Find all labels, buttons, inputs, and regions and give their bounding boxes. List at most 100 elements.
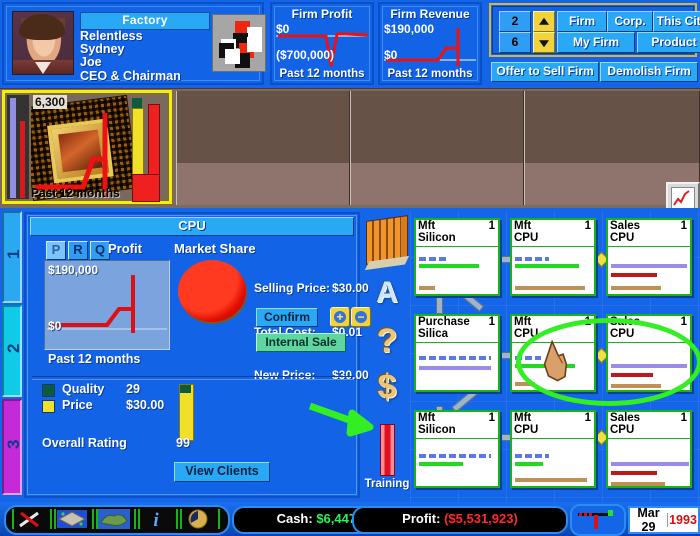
cell-count: 1 xyxy=(584,220,591,232)
prq-button-r[interactable]: R xyxy=(68,241,88,260)
cell-type: Mft xyxy=(418,220,436,232)
firm-index-value[interactable]: 2 xyxy=(499,11,531,32)
firm-identity-panel: Factory Relentless Sydney Joe CEO & Chai… xyxy=(2,2,266,85)
cell-product: CPU xyxy=(610,328,635,340)
firm-details: Relentless Sydney Joe CEO & Chairman xyxy=(80,29,181,83)
product-tile-footer: Past 12 months xyxy=(31,186,120,200)
cpu-profit-footer: Past 12 months xyxy=(48,352,141,366)
training-label: Training xyxy=(364,478,410,490)
side-tab-3[interactable]: 3 xyxy=(2,399,23,495)
cpu-product-window: CPU P R Q Profit $190,000 $0 Past 12 mon… xyxy=(24,212,371,498)
scope-button-this-city[interactable]: This City xyxy=(653,11,700,32)
cell-type: Mft xyxy=(418,412,436,424)
cell-product: Silica xyxy=(418,328,449,340)
side-tab-1[interactable]: 1 xyxy=(2,211,23,303)
cell-count: 1 xyxy=(680,220,687,232)
tool-icon-strip: A ? $ Training xyxy=(364,212,410,498)
price-color-swatch xyxy=(42,400,55,413)
map-grid-icon[interactable] xyxy=(54,509,94,529)
speed-gauge-icon[interactable] xyxy=(570,504,626,536)
cubes-logo xyxy=(212,14,266,72)
firm-revenue-bottom-value: $0 xyxy=(384,48,398,62)
person-name: Joe xyxy=(80,55,102,70)
date-month-day: Mar 29 xyxy=(637,506,660,534)
books-icon[interactable] xyxy=(364,215,410,265)
letter-a-icon[interactable]: A xyxy=(364,278,410,308)
firm-profit-bottom-value: ($700,000) xyxy=(276,48,335,62)
cell-count: 1 xyxy=(488,220,495,232)
svg-text:i: i xyxy=(153,510,159,529)
product-tile-side-bars xyxy=(7,95,29,199)
firm-revenue-footer: Past 12 months xyxy=(387,68,473,80)
cell-product: Silicon xyxy=(418,232,456,244)
cpu-profit-chart[interactable]: $190,000 $0 xyxy=(44,260,170,350)
grid-cell-mft-silicon[interactable]: Mft 1 Silicon xyxy=(414,410,500,488)
globe-icon[interactable] xyxy=(96,509,136,529)
game-window: Factory Relentless Sydney Joe CEO & Chai… xyxy=(0,0,700,536)
cell-count: 1 xyxy=(488,412,495,424)
product-tile-cpu[interactable]: 6,300 Past 12 months xyxy=(2,90,172,204)
side-tab-2[interactable]: 2 xyxy=(2,305,23,397)
profit-display: Profit: ($5,531,923) xyxy=(352,506,568,534)
cell-type: Mft xyxy=(514,220,532,232)
firm-type-label: Factory xyxy=(80,12,210,30)
training-bar-icon[interactable]: Training xyxy=(364,424,410,490)
side-tab-strip: 1 2 3 xyxy=(2,211,23,499)
demolish-firm-button[interactable]: Demolish Firm xyxy=(600,62,698,82)
firm-revenue-panel[interactable]: Firm Revenue $190,000 $0 Past 12 months xyxy=(378,2,482,85)
product-index-value[interactable]: 6 xyxy=(499,32,531,53)
market-share-label: Market Share xyxy=(174,241,256,256)
info-icon[interactable]: i xyxy=(138,509,178,531)
profit-label: Profit: xyxy=(402,511,441,526)
grid-cell-mft-silicon[interactable]: Mft 1 Silicon xyxy=(414,218,500,296)
scope-button-my-firm[interactable]: My Firm xyxy=(557,32,635,53)
grid-cell-sales-cpu[interactable]: Sales 1 CPU xyxy=(606,314,692,392)
grid-cell-mft-cpu[interactable]: Mft 1 CPU xyxy=(510,410,596,488)
empty-shelf-slot[interactable] xyxy=(350,91,524,205)
view-controls-panel: 2 Firm Corp. This City 6 My Firm Product xyxy=(489,3,700,57)
firm-profit-top-value: $0 xyxy=(276,22,290,36)
grid-cell-sales-cpu[interactable]: Sales 1 CPU xyxy=(606,218,692,296)
firm-profit-title: Firm Profit xyxy=(291,7,353,21)
scope-button-firm[interactable]: Firm xyxy=(557,11,607,32)
confirm-button[interactable]: Confirm xyxy=(256,308,318,327)
clock-icon[interactable] xyxy=(180,509,220,529)
prq-button-p[interactable]: P xyxy=(46,241,66,260)
question-mark-icon[interactable]: ? xyxy=(364,324,410,358)
cell-type: Sales xyxy=(610,220,641,232)
cell-count: 1 xyxy=(584,316,591,328)
offer-to-sell-firm-button[interactable]: Offer to Sell Firm xyxy=(491,62,599,82)
grid-cell-sales-cpu[interactable]: Sales 1 CPU xyxy=(606,410,692,488)
scope-button-corp[interactable]: Corp. xyxy=(607,11,653,32)
cell-count: 1 xyxy=(584,412,591,424)
quality-label: Quality xyxy=(62,382,105,396)
cell-type: Sales xyxy=(610,316,641,328)
firm-profit-footer: Past 12 months xyxy=(279,68,365,80)
profit-value: ($5,531,923) xyxy=(444,511,518,526)
grid-cell-purchase-silica[interactable]: Purchase 1 Silica xyxy=(414,314,500,392)
prq-button-q[interactable]: Q xyxy=(90,241,110,260)
decrement-arrow-down-icon[interactable] xyxy=(533,32,555,53)
dollar-sign-icon[interactable]: $ xyxy=(364,370,410,404)
view-clients-button[interactable]: View Clients xyxy=(174,462,270,482)
empty-shelf-slot[interactable] xyxy=(176,91,350,205)
internal-sale-button[interactable]: Internal Sale xyxy=(256,333,346,352)
cell-product: CPU xyxy=(514,232,539,244)
scope-button-product[interactable]: Product xyxy=(637,32,700,53)
cpu-profit-bottom-value: $0 xyxy=(48,319,62,333)
prq-toggle-group: P R Q xyxy=(46,241,110,260)
product-tile-rating-bars xyxy=(132,96,166,202)
tools-icon[interactable] xyxy=(12,509,52,529)
plus-icon[interactable]: + xyxy=(330,307,350,327)
top-status-bar: Factory Relentless Sydney Joe CEO & Chai… xyxy=(0,0,700,88)
increment-arrow-up-icon[interactable] xyxy=(533,11,555,32)
profit-label: Profit xyxy=(108,241,142,256)
pie-chart-full[interactable] xyxy=(178,260,246,322)
firm-profit-panel[interactable]: Firm Profit $0 ($700,000) Past 12 months xyxy=(270,2,374,85)
firm-revenue-top-value: $190,000 xyxy=(384,22,435,36)
overall-rating-value: 99 xyxy=(176,436,190,450)
cpu-profit-top-value: $190,000 xyxy=(48,263,99,277)
bottom-icon-tray: i xyxy=(4,505,230,535)
quality-color-swatch xyxy=(42,384,55,397)
grid-cell-mft-cpu[interactable]: Mft 1 CPU xyxy=(510,218,596,296)
